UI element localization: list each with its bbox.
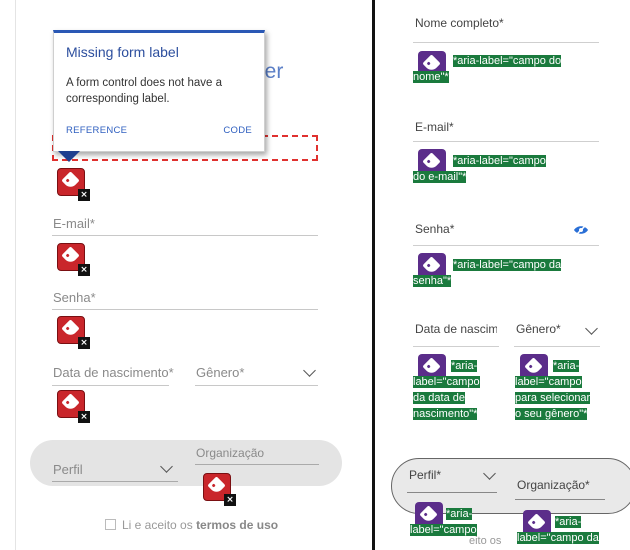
birthdate-aria-annotation: *aria-label="campo da data de nascimento…	[413, 360, 480, 420]
pane-edge	[15, 0, 16, 550]
organization-input[interactable]	[195, 464, 319, 465]
missing-label-error-icon[interactable]: ×	[57, 243, 90, 276]
gender-label: Gênero*	[196, 365, 245, 380]
email-input[interactable]	[413, 141, 599, 142]
organization-label: Organização*	[517, 478, 590, 492]
gender-aria-annotation: *aria-label="campo para selecionar o seu…	[515, 360, 591, 420]
email-input[interactable]	[52, 235, 318, 236]
email-label: E-mail*	[53, 216, 95, 231]
chevron-down-icon[interactable]	[585, 322, 598, 335]
terms-text: Li e aceito os	[122, 518, 193, 532]
tooltip-title: Missing form label	[66, 44, 179, 60]
gender-select[interactable]	[195, 385, 318, 386]
email-aria-annotation: *aria-label="campo do e-mail"*	[413, 155, 546, 183]
password-input[interactable]	[52, 309, 318, 310]
missing-label-error-icon[interactable]: ×	[57, 390, 90, 423]
code-link[interactable]: CODE	[223, 125, 252, 136]
terms-checkbox-row[interactable]: Li e aceito os termos de uso	[105, 518, 278, 532]
fullname-input[interactable]	[413, 42, 599, 43]
missing-form-label-tooltip: Missing form label A form control does n…	[53, 30, 265, 152]
accessibility-comparison-view: ler × E-mail* × Senha* × Data de nascime…	[0, 0, 630, 550]
birthdate-label: Data de nascimento*	[53, 365, 174, 380]
profile-aria-annotation: *aria-label="campo	[410, 508, 477, 536]
missing-label-error-icon[interactable]: ×	[57, 316, 90, 349]
birthdate-label: Data de nascime	[415, 322, 497, 336]
profile-select[interactable]	[52, 481, 178, 482]
birthdate-input[interactable]	[413, 346, 499, 347]
left-pane-error-view: ler × E-mail* × Senha* × Data de nascime…	[0, 0, 372, 550]
password-input[interactable]	[413, 245, 599, 246]
gender-select[interactable]	[514, 346, 600, 347]
organization-aria-annotation: *aria-label="campo da	[517, 516, 599, 544]
reference-link[interactable]: REFERENCE	[66, 125, 127, 136]
birthdate-input[interactable]	[52, 385, 169, 386]
tooltip-body: A form control does not have a correspon…	[66, 77, 222, 105]
password-label: Senha*	[53, 290, 96, 305]
password-aria-annotation: *aria-label="campo da senha"*	[413, 259, 562, 287]
gender-label: Gênero*	[516, 322, 561, 336]
profile-label: Perfil	[53, 462, 83, 477]
fullname-label: Nome completo*	[415, 16, 504, 30]
terms-checkbox[interactable]	[105, 519, 116, 530]
profile-label: Perfil*	[409, 468, 442, 482]
eye-slash-icon[interactable]	[573, 224, 589, 236]
missing-label-error-icon[interactable]: ×	[57, 168, 90, 201]
fullname-aria-annotation: *aria-label="campo do nome"*	[413, 55, 562, 83]
tooltip-pointer	[58, 151, 80, 162]
organization-input[interactable]	[515, 499, 605, 500]
password-label: Senha*	[415, 222, 455, 236]
profile-select[interactable]	[407, 492, 497, 493]
chevron-down-icon[interactable]	[303, 364, 316, 377]
missing-label-error-icon[interactable]: ×	[203, 473, 236, 506]
organization-label: Organização	[196, 446, 265, 460]
email-label: E-mail*	[415, 120, 454, 134]
terms-link[interactable]: termos de uso	[196, 518, 278, 532]
right-pane-fixed-view: Nome completo* *aria-label="campo do nom…	[375, 0, 630, 550]
